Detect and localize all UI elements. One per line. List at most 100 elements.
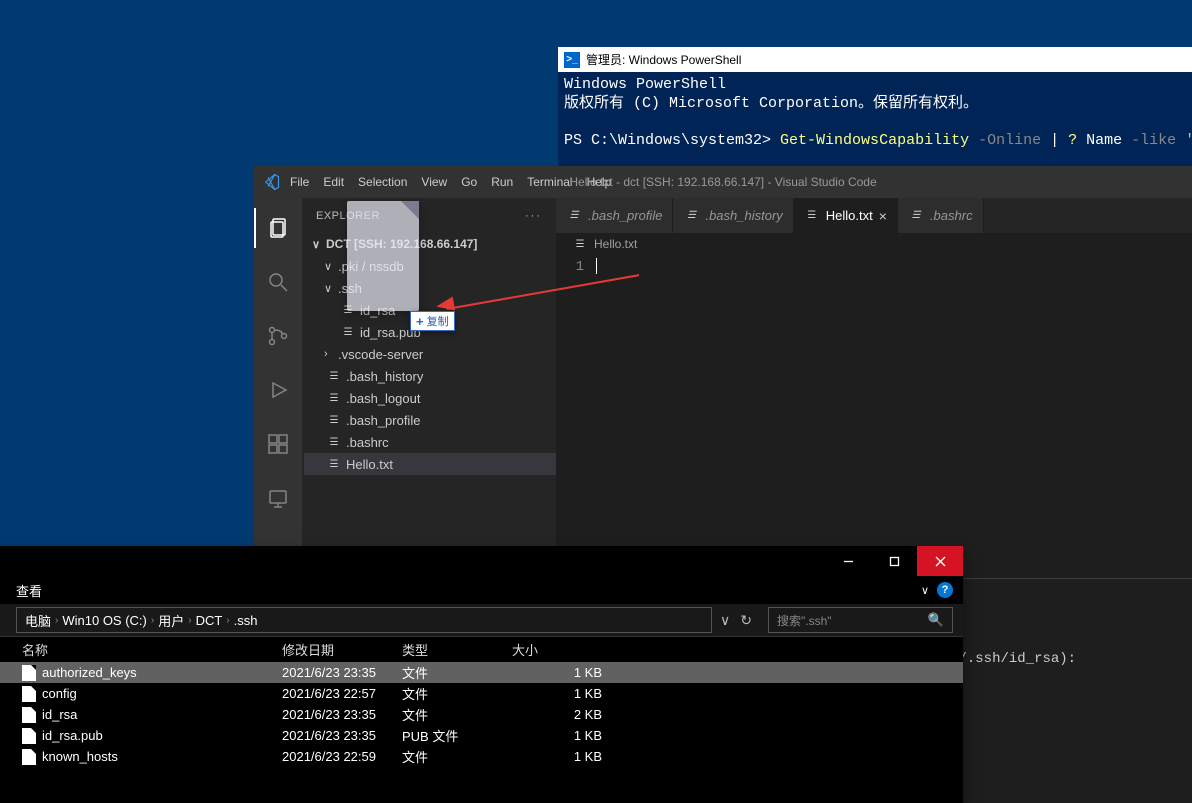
- menu-edit[interactable]: Edit: [323, 175, 344, 189]
- menu-terminal[interactable]: Terminal: [527, 175, 572, 189]
- address-dropdown-icon[interactable]: ∨: [720, 612, 730, 629]
- copy-label: 复制: [427, 313, 449, 329]
- activity-debug-icon[interactable]: [254, 370, 302, 410]
- file-name: id_rsa.pub: [42, 728, 103, 743]
- file-icon: [340, 305, 356, 316]
- file-icon: [326, 393, 342, 404]
- breadcrumb[interactable]: Hello.txt: [556, 233, 1192, 255]
- file-name: id_rsa: [42, 707, 77, 722]
- close-button[interactable]: [917, 546, 963, 576]
- menu-view[interactable]: View: [421, 175, 447, 189]
- col-size[interactable]: 大小: [512, 640, 612, 659]
- file-row[interactable]: authorized_keys2021/6/23 23:35文件1 KB: [0, 662, 963, 683]
- file-icon: [22, 686, 36, 702]
- file-icon: [22, 749, 36, 765]
- file-icon: [326, 437, 342, 448]
- powershell-body[interactable]: Windows PowerShell 版权所有 (C) Microsoft Co…: [558, 72, 1192, 155]
- file-name: authorized_keys: [42, 665, 137, 680]
- file-icon: [22, 728, 36, 744]
- tree-item[interactable]: .bash_logout: [304, 387, 556, 409]
- col-name[interactable]: 名称: [22, 640, 282, 659]
- sidebar-more-icon[interactable]: ···: [525, 210, 542, 222]
- file-icon: [22, 665, 36, 681]
- tree-item[interactable]: .bashrc: [304, 431, 556, 453]
- col-date[interactable]: 修改日期: [282, 640, 402, 659]
- address-refresh-icon[interactable]: ↻: [740, 612, 752, 629]
- menu-go[interactable]: Go: [461, 175, 477, 189]
- tree-item[interactable]: .bash_history: [304, 365, 556, 387]
- breadcrumb-segment[interactable]: 用户: [158, 611, 184, 630]
- file-icon: [908, 210, 924, 221]
- editor-body[interactable]: 1: [556, 255, 1192, 578]
- powershell-window: >_ 管理员: Windows PowerShell Windows Power…: [558, 47, 1192, 167]
- tab-label: .bashrc: [930, 208, 973, 223]
- menu-file[interactable]: File: [290, 175, 309, 189]
- search-input[interactable]: 搜索".ssh" 🔍: [768, 607, 953, 633]
- chevron-right-icon: ›: [226, 615, 229, 626]
- activity-extensions-icon[interactable]: [254, 424, 302, 464]
- powershell-titlebar[interactable]: >_ 管理员: Windows PowerShell: [558, 47, 1192, 72]
- file-row[interactable]: config2021/6/23 22:57文件1 KB: [0, 683, 963, 704]
- file-row[interactable]: id_rsa2021/6/23 23:35文件2 KB: [0, 704, 963, 725]
- chevron-right-icon: ›: [151, 615, 154, 626]
- vscode-titlebar[interactable]: File Edit Selection View Go Run Terminal…: [254, 166, 1192, 198]
- activity-explorer-icon[interactable]: [254, 208, 302, 248]
- search-icon: 🔍: [928, 612, 944, 628]
- file-list: authorized_keys2021/6/23 23:35文件1 KBconf…: [0, 662, 963, 803]
- sidebar-title: EXPLORER: [316, 210, 380, 222]
- chevron-right-icon: ›: [55, 615, 58, 626]
- file-row[interactable]: id_rsa.pub2021/6/23 23:35PUB 文件1 KB: [0, 725, 963, 746]
- column-headers[interactable]: 名称 修改日期 类型 大小: [0, 636, 963, 662]
- menu-selection[interactable]: Selection: [358, 175, 407, 189]
- tree-item-label: id_rsa: [360, 303, 395, 318]
- editor-tab[interactable]: .bash_history: [673, 198, 793, 233]
- maximize-button[interactable]: [871, 546, 917, 576]
- close-icon[interactable]: ×: [879, 208, 887, 224]
- file-icon: [572, 239, 588, 250]
- tree-item[interactable]: ∨.pki / nssdb: [304, 255, 556, 277]
- minimize-button[interactable]: [825, 546, 871, 576]
- powershell-title: 管理员: Windows PowerShell: [586, 51, 741, 68]
- vscode-window-title: Hello.txt - dct [SSH: 192.168.66.147] - …: [569, 175, 876, 189]
- menu-run[interactable]: Run: [491, 175, 513, 189]
- tree-item-label: .ssh: [338, 281, 362, 296]
- tree-root[interactable]: ∨ DCT [SSH: 192.168.66.147]: [304, 233, 556, 255]
- tree-root-label: DCT [SSH: 192.168.66.147]: [326, 237, 477, 251]
- tab-label: .bash_history: [705, 208, 782, 223]
- file-name: config: [42, 686, 77, 701]
- address-bar[interactable]: 电脑›Win10 OS (C:)›用户›DCT›.ssh: [16, 607, 712, 633]
- breadcrumb-segment[interactable]: DCT: [196, 613, 223, 628]
- vscode-menu: File Edit Selection View Go Run Terminal…: [290, 175, 611, 189]
- tree-item-label: Hello.txt: [346, 457, 393, 472]
- gutter: 1: [556, 255, 596, 578]
- col-type[interactable]: 类型: [402, 640, 512, 659]
- editor-tab[interactable]: Hello.txt ×: [794, 198, 898, 233]
- activity-search-icon[interactable]: [254, 262, 302, 302]
- file-icon: [22, 707, 36, 723]
- file-name: known_hosts: [42, 749, 118, 764]
- tree-item-label: .bashrc: [346, 435, 389, 450]
- tree-item-label: .bash_profile: [346, 413, 420, 428]
- tree-item[interactable]: ›.vscode-server: [304, 343, 556, 365]
- help-icon[interactable]: ?: [937, 582, 953, 598]
- tree-item-label: .bash_history: [346, 369, 423, 384]
- file-row[interactable]: known_hosts2021/6/23 22:59文件1 KB: [0, 746, 963, 767]
- activity-remote-icon[interactable]: [254, 478, 302, 518]
- editor-tab[interactable]: .bash_profile: [556, 198, 673, 233]
- file-icon: [326, 415, 342, 426]
- breadcrumb-segment[interactable]: Win10 OS (C:): [62, 613, 147, 628]
- editor-tab[interactable]: .bashrc: [898, 198, 984, 233]
- ribbon-expand-icon[interactable]: ∨: [921, 584, 929, 597]
- breadcrumb-segment[interactable]: 电脑: [25, 611, 51, 630]
- tree-item[interactable]: .bash_profile: [304, 409, 556, 431]
- tree-item[interactable]: Hello.txt: [304, 453, 556, 475]
- ribbon-tab-view[interactable]: 查看: [16, 581, 42, 600]
- tab-label: Hello.txt: [826, 208, 873, 223]
- breadcrumb-segment[interactable]: .ssh: [234, 613, 258, 628]
- activity-scm-icon[interactable]: [254, 316, 302, 356]
- search-placeholder: 搜索".ssh": [777, 612, 832, 629]
- explorer-titlebar[interactable]: [0, 546, 963, 576]
- breadcrumb-label: Hello.txt: [594, 237, 637, 251]
- file-icon: [804, 210, 820, 221]
- file-tree: ∨ DCT [SSH: 192.168.66.147] ∨.pki / nssd…: [302, 233, 556, 475]
